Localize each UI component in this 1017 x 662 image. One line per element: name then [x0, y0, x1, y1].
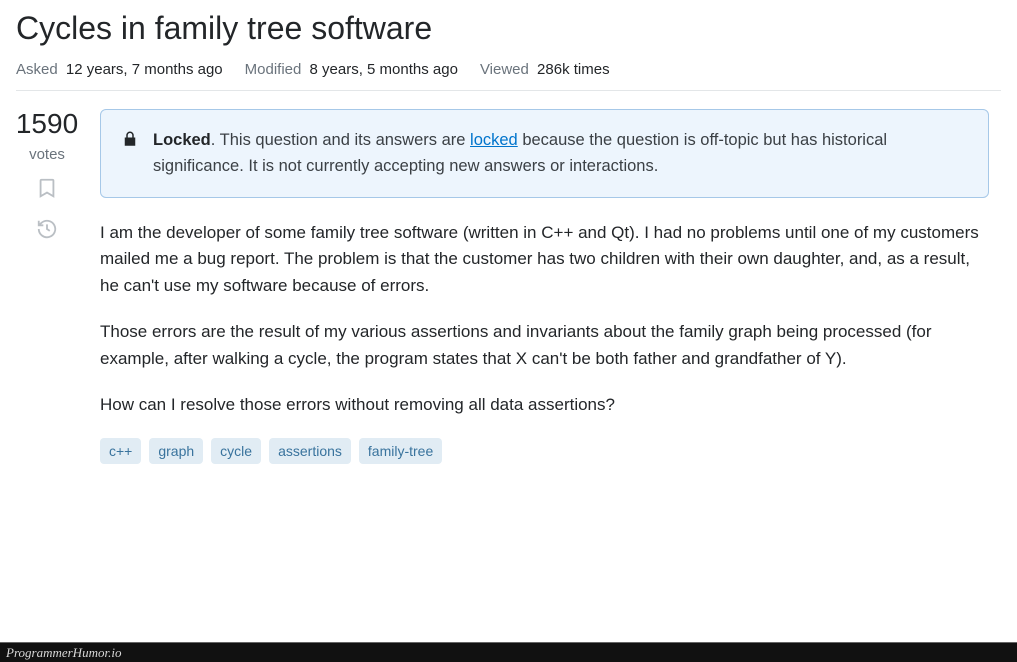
watermark-text: ProgrammerHumor.io — [6, 645, 121, 661]
vote-label: votes — [29, 146, 65, 163]
question-body-column: Locked. This question and its answers ar… — [100, 109, 1001, 464]
tag-list: c++ graph cycle assertions family-tree — [100, 438, 989, 464]
locked-notice: Locked. This question and its answers ar… — [100, 109, 989, 198]
locked-notice-text: Locked. This question and its answers ar… — [153, 128, 968, 179]
bookmark-icon[interactable] — [36, 177, 58, 204]
meta-viewed-label: Viewed — [480, 61, 529, 78]
vote-column: 1590 votes — [16, 109, 78, 464]
meta-modified-label: Modified — [245, 61, 302, 78]
meta-viewed-value: 286k times — [537, 61, 610, 78]
lock-icon — [121, 130, 139, 179]
locked-link[interactable]: locked — [470, 131, 518, 149]
tag-cpp[interactable]: c++ — [100, 438, 141, 464]
watermark-bar: ProgrammerHumor.io — [0, 642, 1017, 662]
body-para-2: Those errors are the result of my variou… — [100, 319, 989, 372]
body-para-3: How can I resolve those errors without r… — [100, 392, 989, 418]
question-meta: Asked 12 years, 7 months ago Modified 8 … — [16, 61, 1001, 91]
tag-graph[interactable]: graph — [149, 438, 203, 464]
meta-modified: Modified 8 years, 5 months ago — [245, 61, 458, 78]
question-body: I am the developer of some family tree s… — [100, 220, 989, 418]
meta-asked: Asked 12 years, 7 months ago — [16, 61, 223, 78]
tag-family-tree[interactable]: family-tree — [359, 438, 442, 464]
history-icon[interactable] — [36, 218, 58, 245]
meta-modified-value: 8 years, 5 months ago — [310, 61, 458, 78]
meta-viewed: Viewed 286k times — [480, 61, 610, 78]
vote-count: 1590 — [16, 109, 78, 140]
tag-cycle[interactable]: cycle — [211, 438, 261, 464]
body-para-1: I am the developer of some family tree s… — [100, 220, 989, 299]
tag-assertions[interactable]: assertions — [269, 438, 351, 464]
meta-asked-value: 12 years, 7 months ago — [66, 61, 223, 78]
question-title: Cycles in family tree software — [16, 10, 1001, 47]
notice-prefix: . This question and its answers are — [211, 131, 470, 149]
notice-strong: Locked — [153, 131, 211, 149]
meta-asked-label: Asked — [16, 61, 58, 78]
